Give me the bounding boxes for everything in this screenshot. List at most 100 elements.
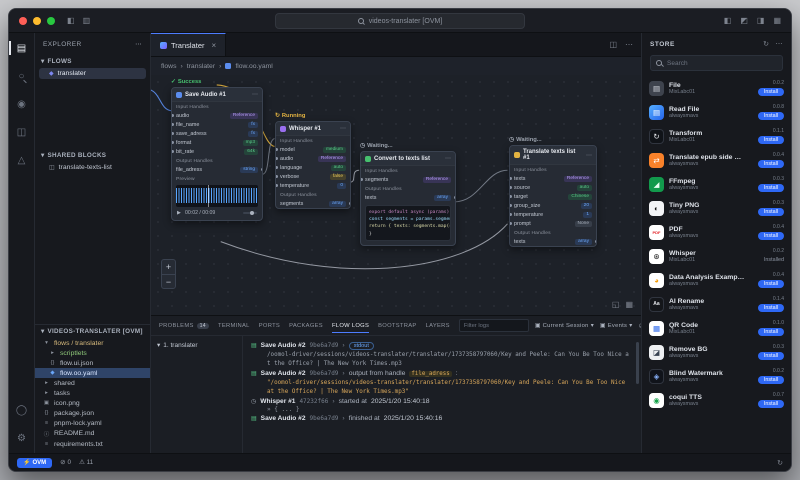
- warnings-indicator[interactable]: ⚠ 11: [79, 459, 93, 466]
- input-handle-row[interactable]: texts Reference: [510, 174, 596, 183]
- node-translate-texts-list-1[interactable]: ◷ Waiting... Translate texts list #1 ⋯ I…: [509, 137, 597, 247]
- store-item[interactable]: Aa AI Rename alwaysmavs 0.1.4 Install: [649, 292, 784, 316]
- panel-tab-problems[interactable]: PROBLEMS 14: [159, 319, 209, 333]
- command-center[interactable]: videos-translater [OVM]: [275, 13, 525, 29]
- tree-item[interactable]: ▾ flows / translater: [35, 338, 150, 348]
- store-item[interactable]: ▤ Read File alwaysmavs 0.0.8 Install: [649, 100, 784, 124]
- zoom-out-button[interactable]: −: [162, 274, 175, 288]
- explorer-more-icon[interactable]: ⋯: [135, 40, 142, 48]
- panel-tab-bootstrap[interactable]: BOOTSTRAP: [378, 319, 416, 333]
- breadcrumb-item[interactable]: flow.oo.yaml: [235, 63, 272, 70]
- input-handle-row[interactable]: prompt None: [510, 219, 596, 228]
- titlebar-right-icon[interactable]: ▦: [773, 16, 781, 25]
- refresh-icon[interactable]: ↻: [763, 40, 769, 48]
- close-window-button[interactable]: [19, 16, 27, 25]
- input-handle-row[interactable]: bit_rate 64k: [172, 147, 262, 156]
- log-row[interactable]: ▤ Save Audio #2 9be6a7d9 › stdout: [251, 340, 631, 351]
- activity-bar-item[interactable]: △: [12, 151, 32, 169]
- volume-slider[interactable]: [243, 210, 257, 215]
- store-item[interactable]: ⇄ Translate epub side by ... alwaysmavs …: [649, 148, 784, 172]
- install-button[interactable]: Install: [757, 207, 784, 216]
- install-button[interactable]: Install: [757, 375, 784, 384]
- activity-bar-item[interactable]: ▤: [9, 39, 32, 57]
- filter-logs-input[interactable]: [458, 319, 529, 332]
- close-icon[interactable]: ×: [211, 41, 216, 50]
- store-item[interactable]: ⊛ Whisper MixLabc01 0.0.2 Installed: [649, 244, 784, 268]
- log-expand-row[interactable]: » { ... }: [251, 406, 631, 413]
- store-item[interactable]: ◕ Data Analysis Examples alwaysmavs 0.0.…: [649, 268, 784, 292]
- input-handle-row[interactable]: format mp3: [172, 138, 262, 147]
- flows-section-header[interactable]: ▾ FLOWS: [35, 55, 150, 68]
- store-search-input[interactable]: [667, 59, 777, 67]
- install-button[interactable]: Install: [757, 303, 784, 312]
- titlebar-right-icon[interactable]: ◩: [740, 16, 748, 25]
- node-convert-to-texts-list[interactable]: ◷ Waiting... Convert to texts list ⋯ Inp…: [360, 143, 456, 247]
- more-icon[interactable]: ⋯: [776, 40, 784, 48]
- audio-waveform[interactable]: [176, 185, 258, 207]
- activity-bar-item[interactable]: ○: [12, 67, 32, 85]
- tree-item[interactable]: ⓘ README.md: [35, 428, 150, 439]
- fit-view-icon[interactable]: ◱: [612, 300, 620, 309]
- titlebar-left-icon[interactable]: ◧: [67, 16, 75, 25]
- minimize-window-button[interactable]: [33, 16, 41, 25]
- node-header[interactable]: Save Audio #1 ⋯: [172, 88, 262, 102]
- tree-item[interactable]: {} package.json: [35, 408, 150, 418]
- output-handle-row[interactable]: texts array: [510, 237, 596, 246]
- store-item[interactable]: ▤ File MixLabc01 0.0.2 Install: [649, 76, 784, 100]
- install-button[interactable]: Installed: [764, 256, 784, 264]
- install-button[interactable]: Install: [757, 135, 784, 144]
- store-item[interactable]: PDF PDF alwaysmavs 0.0.4 Install: [649, 220, 784, 244]
- breadcrumb-item[interactable]: translater: [187, 63, 215, 70]
- install-button[interactable]: Install: [757, 159, 784, 168]
- node-whisper-1[interactable]: ↻ Running Whisper #1 ⋯ Input Handles mod…: [275, 113, 351, 209]
- tree-item[interactable]: ≡ pnpm-lock.yaml: [35, 418, 150, 428]
- log-row[interactable]: ▤ Save Audio #2 9be6a7d9 › finished at 2…: [251, 413, 631, 423]
- install-button[interactable]: Install: [757, 399, 784, 408]
- install-button[interactable]: Install: [757, 351, 784, 360]
- panel-tab-ports[interactable]: PORTS: [259, 319, 280, 333]
- tab-translater[interactable]: Translater ×: [151, 33, 227, 56]
- input-handle-row[interactable]: temperature 0: [276, 181, 350, 190]
- activity-bar-item[interactable]: ◉: [12, 95, 32, 113]
- titlebar-right-icon[interactable]: ◨: [757, 16, 765, 25]
- node-more-icon[interactable]: ⋯: [340, 125, 346, 132]
- tree-item[interactable]: ◆ flow.oo.yaml: [35, 368, 150, 378]
- input-handle-row[interactable]: audio Reference: [276, 154, 350, 163]
- panel-tab-packages[interactable]: PACKAGES: [289, 319, 323, 333]
- flow-canvas[interactable]: ✓ Success Save Audio #1 ⋯ Input Handles: [151, 75, 641, 315]
- store-item[interactable]: ◢ FFmpeg alwaysmavs 0.0.3 Install: [649, 172, 784, 196]
- store-item[interactable]: ▦ QR Code MixLabc01 0.1.0 Install: [649, 316, 784, 340]
- scrollbar[interactable]: [636, 342, 639, 384]
- input-handle-row[interactable]: segments Reference: [361, 175, 455, 184]
- store-item[interactable]: ◪ Remove BG alwaysmavs 0.0.3 Install: [649, 340, 784, 364]
- play-icon[interactable]: ▶: [177, 210, 181, 216]
- remote-indicator[interactable]: ⚡ OVM: [17, 457, 53, 468]
- sidebar-item-translater[interactable]: ◆ translater: [39, 68, 146, 79]
- sync-icon[interactable]: ↻: [777, 459, 783, 467]
- minimap-icon[interactable]: ▦: [625, 300, 633, 309]
- logs-tree-item[interactable]: ▾ 1. translater: [157, 341, 236, 350]
- log-list[interactable]: ▤ Save Audio #2 9be6a7d9 › stdout /oomol…: [243, 336, 641, 453]
- shared-blocks-section-header[interactable]: ▾ SHARED BLOCKS: [35, 149, 150, 162]
- tree-item[interactable]: ▣ icon.png: [35, 398, 150, 408]
- titlebar-left-icon[interactable]: ▥: [83, 16, 91, 25]
- store-item[interactable]: ↻ Transform MixLabc01 0.1.1 Install: [649, 124, 784, 148]
- input-handle-row[interactable]: language auto: [276, 163, 350, 172]
- tree-item[interactable]: ≡ requirements.txt: [35, 439, 150, 449]
- node-more-icon[interactable]: ⋯: [586, 152, 592, 159]
- input-handle-row[interactable]: source auto: [510, 183, 596, 192]
- sidebar-item-translate-texts-list[interactable]: ◫ translate-texts-list: [39, 162, 146, 173]
- store-search[interactable]: [650, 55, 783, 71]
- activity-bar-item[interactable]: ◫: [12, 123, 32, 141]
- output-handle-row[interactable]: file_adress string: [172, 165, 262, 174]
- input-handle-row[interactable]: save_adress fx: [172, 129, 262, 138]
- activity-bar-item[interactable]: ◯: [12, 401, 32, 419]
- input-handle-row[interactable]: model medium: [276, 145, 350, 154]
- session-select[interactable]: ▣ Current Session ▾: [535, 323, 594, 329]
- split-editor-icon[interactable]: ◫: [609, 40, 617, 49]
- input-handle-row[interactable]: target Chinese: [510, 192, 596, 201]
- panel-tab-layers[interactable]: LAYERS: [426, 319, 450, 333]
- input-handle-row[interactable]: file_name fx: [172, 120, 262, 129]
- node-more-icon[interactable]: ⋯: [445, 155, 451, 162]
- tree-item[interactable]: ▸ scriptlets: [35, 348, 150, 358]
